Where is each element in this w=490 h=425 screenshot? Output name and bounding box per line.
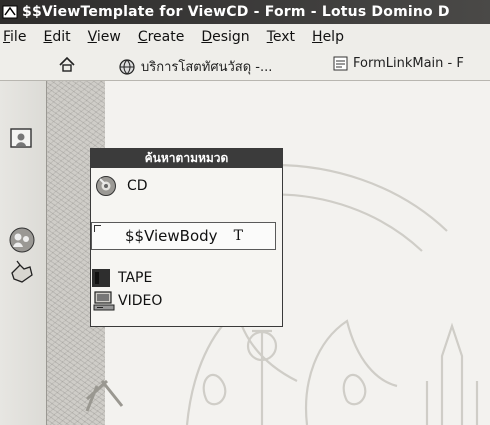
menu-view[interactable]: View	[88, 29, 121, 45]
tab-home[interactable]	[58, 56, 81, 73]
category-item-tape[interactable]: TAPE	[91, 267, 152, 289]
app-icon	[2, 5, 18, 19]
tab-av-services[interactable]: บริการโสตทัศนวัสดุ -...	[118, 56, 272, 77]
viewbody-label: $$ViewBody	[125, 227, 218, 245]
field-corner-marker	[94, 225, 101, 232]
cd-icon	[96, 176, 116, 196]
menu-bar: File Edit View Create Design Text Help	[0, 24, 490, 50]
menu-edit[interactable]: Edit	[43, 29, 70, 45]
category-item-video-label: VIDEO	[118, 293, 163, 309]
category-item-video[interactable]: VIDEO	[93, 290, 162, 312]
tape-icon	[92, 269, 110, 287]
category-panel: ค้นหาตามหมวด CD $$ViewBody T TAPE VIDEO	[90, 148, 283, 327]
bookmark-rail	[0, 81, 47, 425]
tab-formlinkmain[interactable]: FormLinkMain - F	[333, 56, 464, 71]
menu-help[interactable]: Help	[312, 29, 344, 45]
panel-header: ค้นหาตามหมวด	[91, 149, 282, 168]
form-canvas: ค้นหาตามหมวด CD $$ViewBody T TAPE VIDEO	[47, 81, 490, 425]
category-item-cd[interactable]: CD	[95, 175, 148, 197]
viewbody-embedded-view[interactable]: $$ViewBody T	[91, 222, 276, 250]
menu-create[interactable]: Create	[138, 29, 185, 45]
bookmark-icon[interactable]	[8, 126, 36, 154]
video-icon	[93, 291, 115, 311]
window-title-bar: $$ViewTemplate for ViewCD - Form - Lotus…	[0, 0, 490, 24]
home-icon	[59, 56, 75, 72]
menu-text[interactable]: Text	[267, 29, 295, 45]
text-field-type-marker: T	[233, 228, 243, 244]
people-icon[interactable]	[8, 226, 36, 254]
category-item-cd-label: CD	[127, 178, 148, 194]
tab-av-services-label: บริการโสตทัศนวัสดุ -...	[141, 60, 273, 75]
menu-file[interactable]: File	[3, 29, 26, 45]
hand-pointer-icon[interactable]	[8, 257, 36, 285]
tab-formlinkmain-label: FormLinkMain - F	[353, 56, 464, 71]
category-item-tape-label: TAPE	[118, 270, 153, 286]
globe-icon	[119, 58, 135, 75]
menu-design[interactable]: Design	[201, 29, 249, 45]
window-title: $$ViewTemplate for ViewCD - Form - Lotus…	[22, 4, 450, 20]
window-tab-bar: บริการโสตทัศนวัสดุ -... FormLinkMain - F	[0, 50, 490, 81]
form-icon	[333, 56, 348, 71]
